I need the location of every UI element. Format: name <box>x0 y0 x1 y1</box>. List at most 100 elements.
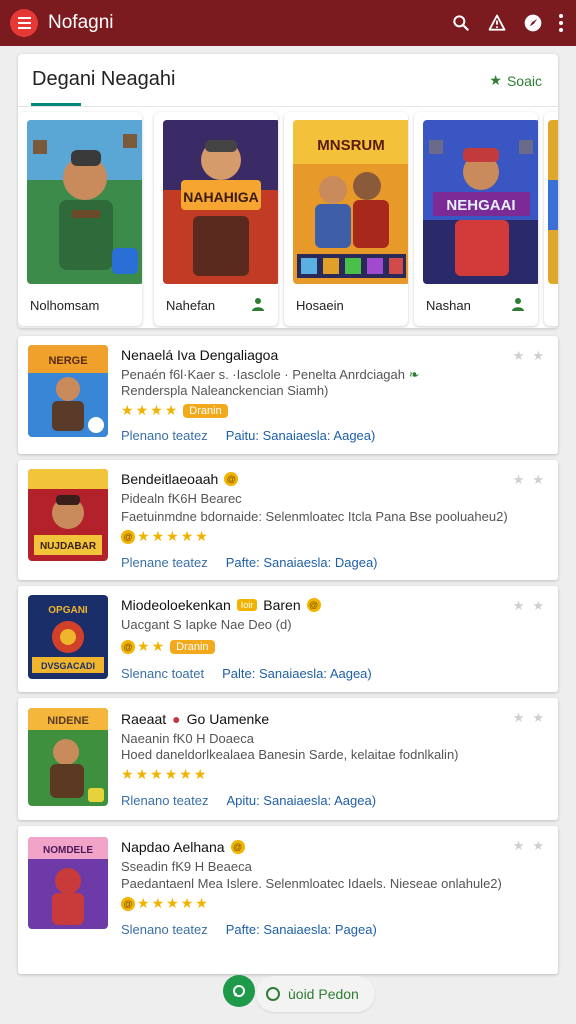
meta-a: Slenano teatez <box>121 922 208 937</box>
meta-b: Pafte: Sanaiaesla: Pagea) <box>225 922 377 937</box>
meta-a: Plenane teatez <box>121 555 208 570</box>
featured-tile[interactable]: MNSRUM Hosaein <box>284 112 408 326</box>
game-thumbnail: NIDENE <box>28 708 108 806</box>
item-meta: Slenano teatez Pafte: Sanaiaesla: Pagea) <box>121 922 377 937</box>
alert-icon[interactable] <box>486 12 508 34</box>
coin-icon: @ <box>224 472 239 486</box>
thumb-text: NERGE <box>48 355 87 367</box>
game-cover-image: MNSRUM <box>293 120 408 284</box>
item-meta: Slenanc toatet Palte: Sanaiaesla: Aagea) <box>121 666 372 681</box>
coin-icon: @ <box>306 598 321 612</box>
featured-tile[interactable]: NEHGAAI Nashan <box>414 112 538 326</box>
star-rating: ★ ★ ★ ★ ★ ★ <box>121 766 207 782</box>
tile-label: Nahefan <box>166 298 216 313</box>
featured-tile-partial[interactable] <box>544 112 558 326</box>
title-pill: Ioir <box>236 599 258 611</box>
game-cover-image: NEHGAAI <box>423 120 538 284</box>
badge-icon: @ <box>121 896 135 911</box>
list-item[interactable]: NOMDELE Napdao Aelhana @ ★ ★ Sseadin fK9 H… <box>18 826 558 974</box>
bottom-action-button[interactable]: ùoid Pedon <box>256 976 375 1012</box>
tile-art-text: NAHAHIGA <box>183 189 258 205</box>
status-pill: Dranin <box>183 403 228 418</box>
meta-b: Pafte: Sanaiaesla: Dagea) <box>225 555 378 570</box>
star-rating: ★ ★ ★ ★ Dranin <box>121 402 228 419</box>
search-icon[interactable] <box>450 12 472 34</box>
row-rating-stars[interactable]: ★ ★ <box>513 472 544 488</box>
featured-action-label: Soaic <box>506 72 542 89</box>
meta-a: Slenanc toatet <box>121 666 205 681</box>
game-cover-image: NAHAHIGA <box>163 120 278 284</box>
star-icon: ★ <box>489 72 502 88</box>
star-rating: @ ★ ★ ★ ★ ★ <box>121 528 208 545</box>
item-description: Hoed daneldorlkealaea Banesin Sarde, kel… <box>121 747 459 762</box>
app-bar: Nofagni <box>0 0 576 46</box>
meta-b: Apitu: Sanaiaesla: Aagea) <box>226 793 377 808</box>
divider <box>18 106 558 107</box>
row-rating-stars[interactable]: ★ ★ <box>513 838 544 854</box>
featured-title: Degani Neagahi <box>32 68 176 90</box>
tile-label: Nashan <box>426 298 471 313</box>
item-title: Napdao Aelhana @ <box>121 839 245 855</box>
featured-section: Degani Neagahi ★ Soaic Nolhomsam NAHAHIG… <box>18 54 558 328</box>
status-pill: Dranin <box>170 639 215 654</box>
more-vert-icon[interactable] <box>556 14 566 32</box>
row-rating-stars[interactable]: ★ ★ <box>513 348 544 364</box>
chat-fab[interactable] <box>223 975 255 1007</box>
list-item[interactable]: OPGANI DVSGACADI Miodeoloekenkan Ioir Ba… <box>18 586 558 692</box>
person-icon <box>250 296 266 312</box>
tile-art-text: NEHGAAI <box>446 197 515 214</box>
svg-text:OPGANI: OPGANI <box>48 605 88 616</box>
item-title: Bendeitlaeoaah @ <box>121 471 239 487</box>
item-subtitle: Sseadin fK9 H Beaeca <box>121 859 252 874</box>
item-description: Faetuinmdne bdornaide: Selenmloatec Itcl… <box>121 509 508 524</box>
featured-action[interactable]: ★ Soaic <box>489 72 542 89</box>
item-title: Miodeoloekenkan Ioir Baren @ <box>121 597 321 613</box>
compass-icon[interactable] <box>522 12 544 34</box>
game-cover-image <box>27 120 142 284</box>
bottom-action-label: ùoid Pedon <box>288 986 359 1002</box>
list-item[interactable]: NUJDABAR Bendeitlaeoaah @ ★ ★ Pidealn fK6H… <box>18 460 558 580</box>
item-description: Renderspla Naleanckencian Siamh) <box>121 383 329 398</box>
item-description: Paedantaenl Mea Islere. Selenmloatec Ida… <box>121 876 502 891</box>
circle-icon <box>266 987 280 1001</box>
coin-icon: @ <box>230 840 245 854</box>
item-title: Nenaelá Iva Dengaliagoa <box>121 347 279 363</box>
person-icon <box>510 296 526 312</box>
leaf-icon: ❧ <box>408 367 420 382</box>
menu-icon[interactable] <box>10 9 38 37</box>
list-item[interactable]: NERGE Nenaelá Iva Dengaliagoa ★ ★ Penaén … <box>18 336 558 454</box>
badge-icon: @ <box>121 639 135 654</box>
item-subtitle: Penaén f6l·Kaer s. ·Iasclole · Penelta A… <box>121 367 420 382</box>
featured-tile[interactable]: Nolhomsam <box>18 112 142 326</box>
star-rating: @ ★ ★ Dranin <box>121 638 215 655</box>
meta-a: Plenano teatez <box>121 428 208 443</box>
tile-label: Hosaein <box>296 298 344 313</box>
game-thumbnail: OPGANI DVSGACADI <box>28 595 108 679</box>
item-subtitle: Uacgant S Iapke Nae Deo (d) <box>121 617 292 632</box>
game-thumbnail: NERGE <box>28 345 108 437</box>
row-rating-stars[interactable]: ★ ★ <box>513 710 544 726</box>
featured-tiles: Nolhomsam NAHAHIGA Nahefan MNSRUM Hosaei… <box>18 112 558 328</box>
tile-label: Nolhomsam <box>30 298 100 313</box>
thumb-text: NIDENE <box>47 715 89 727</box>
list-item[interactable]: NIDENE Raeaat ● Go Uamenke ★ ★ Naeanin fK… <box>18 698 558 820</box>
item-meta: Rlenano teatez Apitu: Sanaiaesla: Aagea) <box>121 793 376 808</box>
badge-icon: @ <box>121 529 135 544</box>
meta-a: Rlenano teatez <box>121 793 209 808</box>
item-meta: Plenano teatez Paitu: Sanaiaesla: Aagea) <box>121 428 375 443</box>
meta-b: Palte: Sanaiaesla: Aagea) <box>222 666 372 681</box>
game-thumbnail: NUJDABAR <box>28 469 108 561</box>
tile-art-text: MNSRUM <box>317 137 385 154</box>
item-subtitle: Pidealn fK6H Bearec <box>121 491 242 506</box>
star-rating: @ ★ ★ ★ ★ ★ <box>121 895 208 912</box>
featured-tile[interactable]: NAHAHIGA Nahefan <box>154 112 278 326</box>
game-thumbnail: NOMDELE <box>28 837 108 929</box>
flame-icon: ● <box>172 711 181 727</box>
thumb-text: DVSGACADI <box>41 661 95 671</box>
row-rating-stars[interactable]: ★ ★ <box>513 598 544 614</box>
thumb-text: NOMDELE <box>43 845 93 856</box>
app-title: Nofagni <box>48 12 114 33</box>
thumb-text: NUJDABAR <box>40 541 97 552</box>
meta-b: Paitu: Sanaiaesla: Aagea) <box>225 428 376 443</box>
item-meta: Plenane teatez Pafte: Sanaiaesla: Dagea) <box>121 555 378 570</box>
